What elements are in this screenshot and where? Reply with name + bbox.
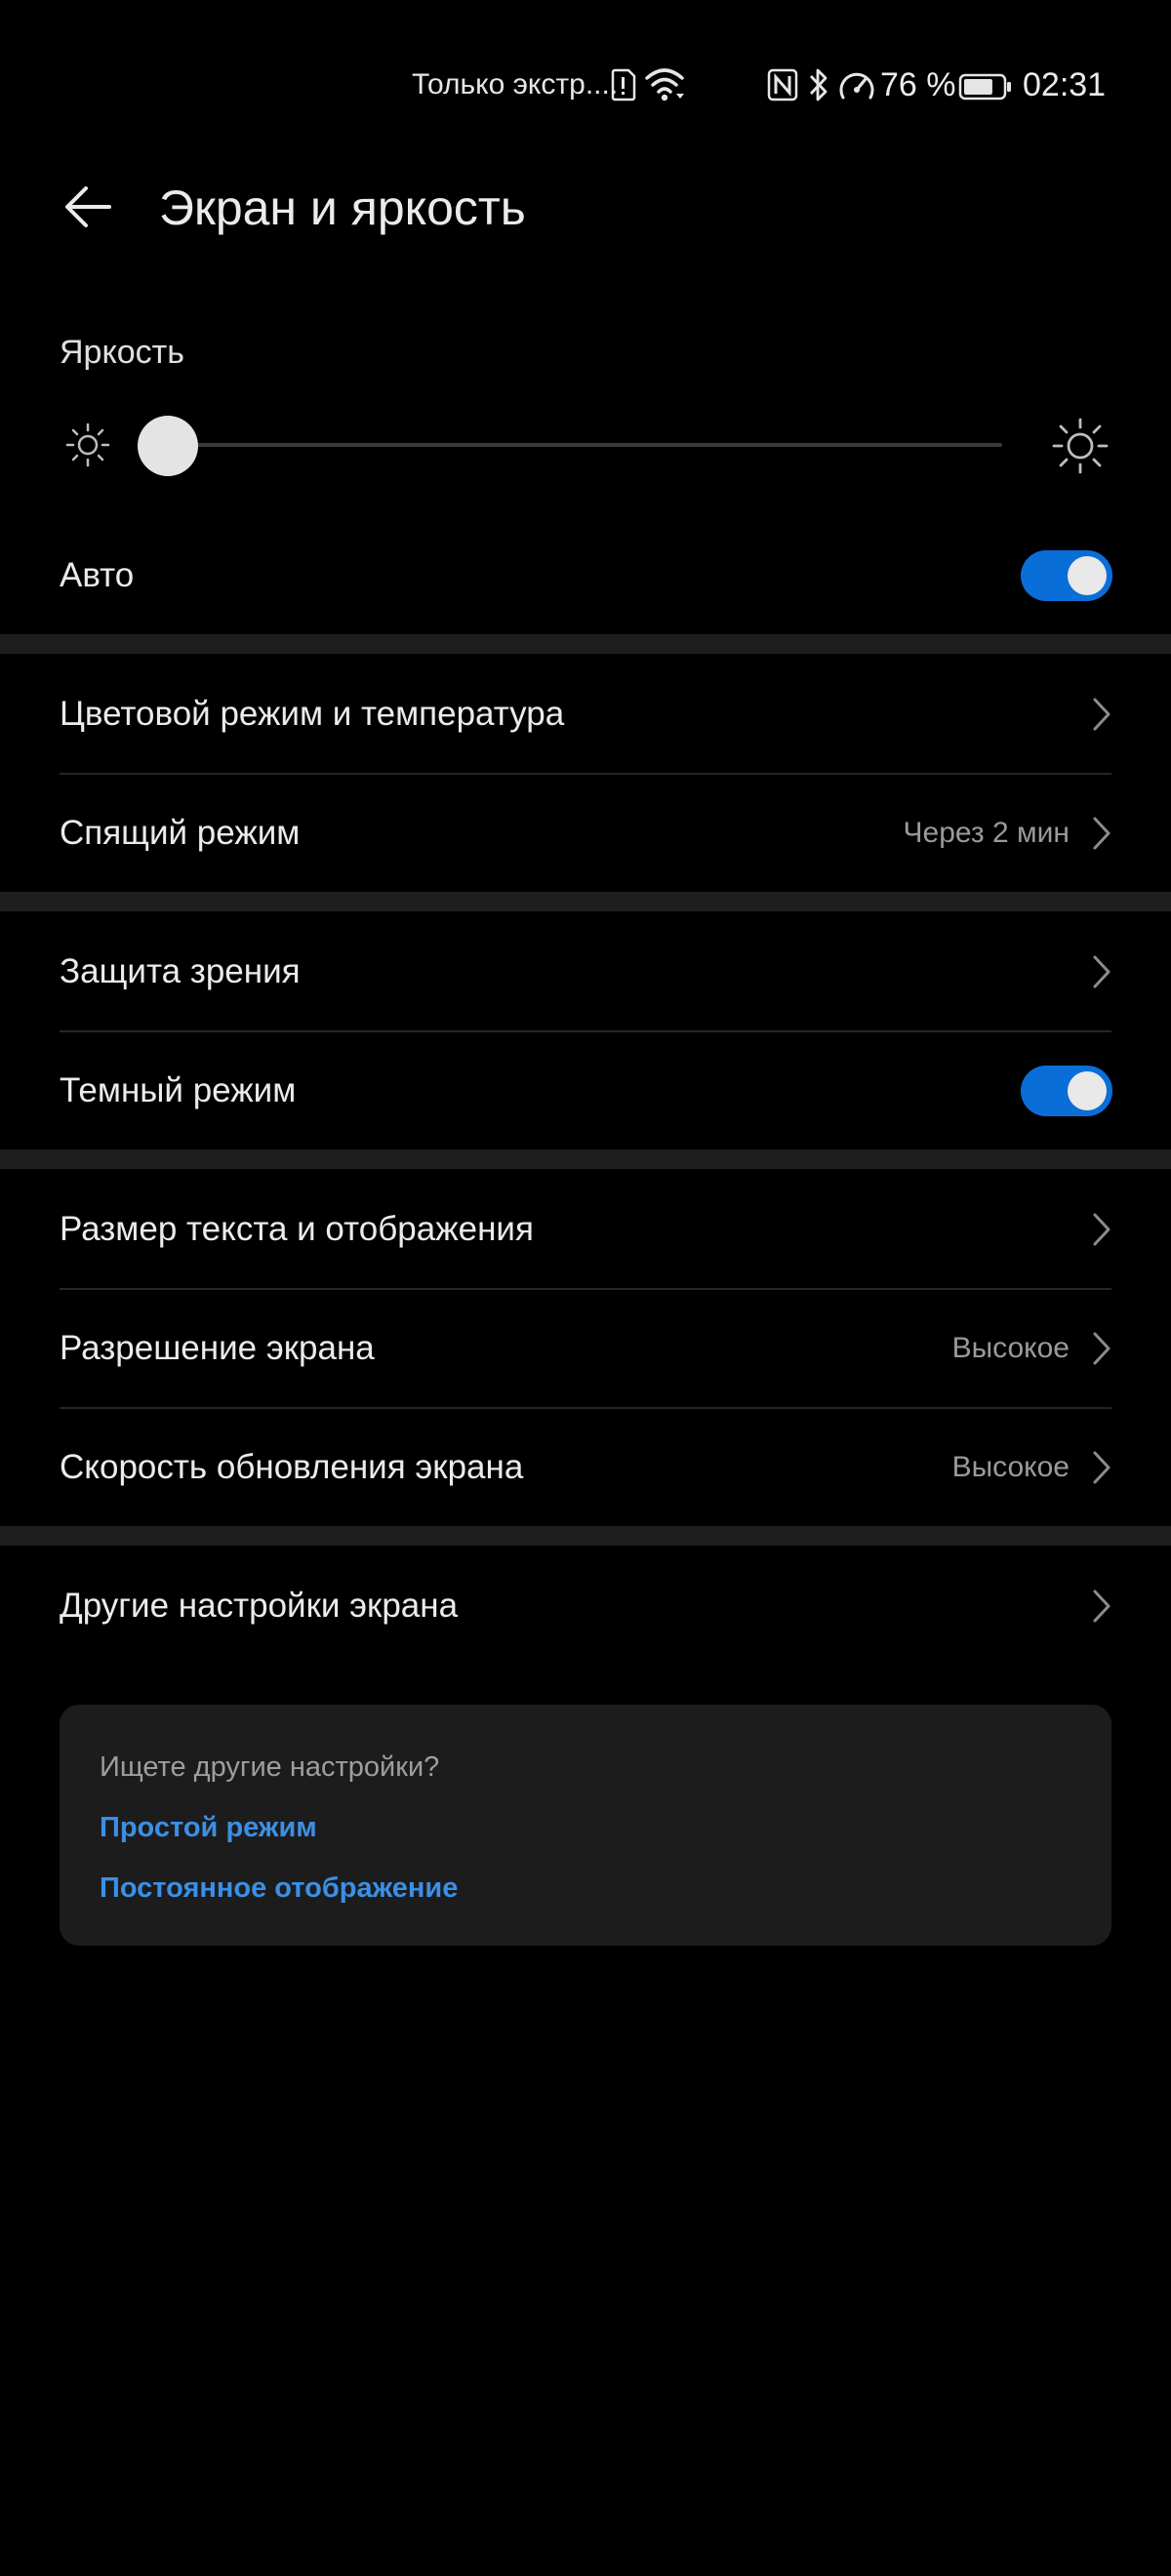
display-brightness-screen: Только экстр.... 76 % 02:31 Экран и ярко… <box>0 0 1171 2576</box>
suggestions-title: Ищете другие настройки? <box>100 1751 440 1783</box>
clock-time: 02:31 <box>1023 66 1107 103</box>
speedometer-icon <box>839 72 874 100</box>
brightness-label: Яркость <box>60 334 184 371</box>
text-size-row[interactable]: Размер текста и отображения <box>0 1171 1171 1288</box>
screen-resolution-label: Разрешение экрана <box>60 1329 375 1367</box>
auto-brightness-label: Авто <box>60 556 135 594</box>
chevron-right-icon <box>1093 1451 1110 1484</box>
group-separator <box>0 634 1171 654</box>
app-header: Экран и яркость <box>0 166 1171 254</box>
carrier-text: Только экстр.... <box>412 68 619 101</box>
refresh-rate-label: Скорость обновления экрана <box>60 1448 524 1486</box>
sun-small-icon <box>65 423 110 467</box>
toggle-knob <box>1068 1071 1107 1110</box>
sleep-mode-value: Через 2 мин <box>903 817 1070 849</box>
status-bar: Только экстр.... 76 % 02:31 <box>0 59 1171 113</box>
text-size-label: Размер текста и отображения <box>60 1210 534 1248</box>
sleep-mode-row[interactable]: Спящий режим Через 2 мин <box>0 775 1171 892</box>
wifi-icon <box>645 68 684 101</box>
bluetooth-icon <box>809 68 828 101</box>
screen-resolution-value: Высокое <box>951 1332 1070 1364</box>
battery-icon <box>958 73 1011 101</box>
chevron-right-icon <box>1093 1332 1110 1365</box>
color-mode-label: Цветовой режим и температура <box>60 695 565 733</box>
chevron-right-icon <box>1093 955 1110 988</box>
simple-mode-link[interactable]: Простой режим <box>100 1812 317 1844</box>
brightness-slider-track[interactable] <box>168 443 1002 447</box>
battery-percent: 76 % <box>880 66 956 103</box>
other-display-settings-label: Другие настройки экрана <box>60 1587 459 1625</box>
refresh-rate-value: Высокое <box>951 1451 1070 1483</box>
arrow-left-icon[interactable] <box>59 178 117 236</box>
screen-resolution-row[interactable]: Разрешение экрана Высокое <box>0 1290 1171 1407</box>
group-separator <box>0 1149 1171 1169</box>
dark-mode-row[interactable]: Темный режим <box>0 1032 1171 1149</box>
auto-brightness-toggle[interactable] <box>1021 550 1112 601</box>
page-title: Экран и яркость <box>159 181 526 235</box>
dark-mode-toggle[interactable] <box>1021 1066 1112 1116</box>
sleep-mode-label: Спящий режим <box>60 814 301 852</box>
suggestions-card: Ищете другие настройки? Простой режим По… <box>60 1705 1111 1946</box>
sim-alert-icon <box>611 68 636 101</box>
always-on-display-link[interactable]: Постоянное отображение <box>100 1872 458 1905</box>
chevron-right-icon <box>1093 1213 1110 1246</box>
dark-mode-label: Темный режим <box>60 1071 297 1109</box>
refresh-rate-row[interactable]: Скорость обновления экрана Высокое <box>0 1409 1171 1526</box>
sun-large-icon <box>1052 418 1109 474</box>
chevron-right-icon <box>1093 1590 1110 1623</box>
chevron-right-icon <box>1093 817 1110 850</box>
other-display-settings-row[interactable]: Другие настройки экрана <box>0 1548 1171 1665</box>
color-mode-row[interactable]: Цветовой режим и температура <box>0 656 1171 773</box>
brightness-slider-thumb[interactable] <box>138 416 198 476</box>
auto-brightness-row[interactable]: Авто <box>0 517 1171 634</box>
eye-comfort-label: Защита зрения <box>60 952 301 990</box>
nfc-icon <box>767 68 798 101</box>
group-separator <box>0 1526 1171 1546</box>
toggle-knob <box>1068 556 1107 595</box>
eye-comfort-row[interactable]: Защита зрения <box>0 913 1171 1030</box>
chevron-right-icon <box>1093 698 1110 731</box>
group-separator <box>0 892 1171 911</box>
